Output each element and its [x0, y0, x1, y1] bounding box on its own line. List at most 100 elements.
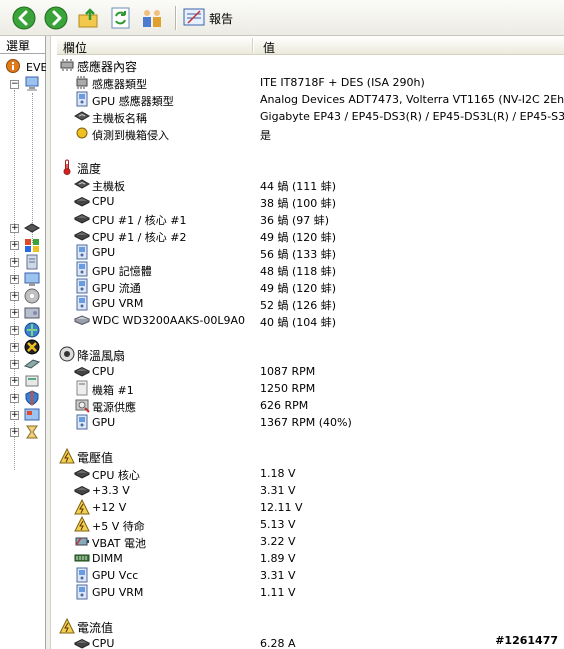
storage-icon[interactable] [24, 305, 40, 321]
sensor-row[interactable]: GPU 流通 49 蝸 (120 蚌) [57, 278, 564, 295]
sensor-label: +12 V [92, 501, 127, 514]
tree-root-label[interactable]: EVE [26, 61, 47, 74]
sensor-value: 44 蝸 (111 蚌) [260, 180, 337, 193]
tree-expand-toggle[interactable]: + [10, 292, 19, 301]
tree-expand-toggle[interactable]: + [10, 309, 19, 318]
sensor-row[interactable]: CPU 1087 RPM [57, 363, 564, 380]
sensor-label: 機箱 #1 [92, 384, 134, 397]
motherboard-icon[interactable] [23, 220, 41, 236]
multimedia-icon[interactable] [24, 288, 40, 304]
sensor-row[interactable]: CPU #1 / 核心 #2 49 蝸 (120 蚌) [57, 227, 564, 244]
directx-icon[interactable] [24, 339, 40, 355]
sensor-row[interactable]: GPU 1367 RPM (40%) [57, 414, 564, 431]
section-title: 溫度 [77, 162, 102, 176]
tree-collapse-toggle[interactable]: − [10, 80, 19, 89]
sensor-label: GPU 流通 [92, 282, 141, 295]
sensor-value: 48 蝸 (118 蚌) [260, 265, 337, 278]
back-icon[interactable] [12, 6, 36, 30]
sensor-value: 3.31 V [260, 569, 296, 582]
sensor-row[interactable]: CPU 38 蝸 (100 蚌) [57, 193, 564, 210]
tree-expand-toggle[interactable]: + [10, 343, 19, 352]
sensor-value: ITE IT8718F + DES (ISA 290h) [260, 76, 425, 89]
tree-expand-toggle[interactable]: + [10, 394, 19, 403]
sensor-row[interactable]: GPU VRM 52 蝸 (126 蚌) [57, 295, 564, 312]
tab-menu[interactable]: 選單 [6, 37, 30, 54]
tree-expand-toggle[interactable]: + [10, 411, 19, 420]
column-header-value[interactable]: 值 [263, 39, 275, 56]
refresh-icon[interactable] [109, 6, 133, 30]
monitor-icon [74, 261, 90, 277]
pane-splitter[interactable] [46, 36, 51, 649]
sensor-row[interactable]: 感應器類型 ITE IT8718F + DES (ISA 290h) [57, 74, 564, 91]
sensor-row[interactable]: +3.3 V 3.31 V [57, 482, 564, 499]
sensor-value: 1087 RPM [260, 365, 316, 378]
column-divider[interactable] [252, 38, 254, 53]
sensor-row[interactable]: WDC WD3200AAKS-00L9A0 40 蝸 (104 蚌) [57, 312, 564, 329]
tree-expand-toggle[interactable]: + [10, 241, 19, 250]
sensor-label: VBAT 電池 [92, 537, 146, 550]
sensor-value: 3.22 V [260, 535, 296, 548]
sensor-row[interactable]: CPU 核心 1.18 V [57, 465, 564, 482]
tree-expand-toggle[interactable]: + [10, 377, 19, 386]
tree-expand-toggle[interactable]: + [10, 326, 19, 335]
sensor-row[interactable]: 偵測到機箱侵入 是 [57, 125, 564, 142]
sensor-label: WDC WD3200AAKS-00L9A0 [92, 314, 246, 327]
sensor-row[interactable]: GPU Vcc 3.31 V [57, 567, 564, 584]
sensor-row[interactable]: GPU 記憶體 48 蝸 (118 蚌) [57, 261, 564, 278]
benchmark-icon[interactable] [24, 424, 40, 440]
sensor-row[interactable]: GPU 感應器類型 Analog Devices ADT7473, Volterr… [57, 91, 564, 108]
network-icon[interactable] [24, 322, 40, 338]
tree-expand-toggle[interactable]: + [10, 428, 19, 437]
up-folder-icon[interactable] [77, 6, 101, 30]
report-button[interactable]: 報告 [183, 6, 233, 30]
monitor-icon [74, 91, 90, 107]
server-icon[interactable] [24, 254, 40, 270]
battery-icon [74, 533, 90, 549]
display-icon[interactable] [24, 271, 40, 287]
fan-icon [59, 346, 75, 362]
forward-icon[interactable] [44, 6, 68, 30]
config-icon[interactable] [24, 407, 40, 423]
sensor-value: 1367 RPM (40%) [260, 416, 352, 429]
monitor-icon [74, 295, 90, 311]
sensor-row[interactable]: CPU #1 / 核心 #1 36 蝸 (97 蚌) [57, 210, 564, 227]
thermometer-icon [59, 159, 75, 175]
sensor-row[interactable]: CPU 6.28 A [57, 635, 564, 649]
voltage-icon [74, 498, 90, 515]
sensor-row[interactable]: +5 V 待命 5.13 V [57, 515, 564, 533]
tree-expand-toggle[interactable]: + [10, 275, 19, 284]
cpu-icon [73, 227, 91, 243]
tree-expand-toggle[interactable]: + [10, 360, 19, 369]
sensor-value: 38 蝸 (100 蚌) [260, 197, 337, 210]
devices-icon[interactable] [23, 356, 41, 372]
sensor-row[interactable]: 電源供應 626 RPM [57, 397, 564, 414]
tab-underline [0, 53, 46, 54]
sensor-row[interactable]: +12 V 12.11 V [57, 498, 564, 516]
sensor-row[interactable]: GPU 56 蝸 (133 蚌) [57, 244, 564, 261]
sensor-row[interactable]: 主機板 44 蝸 (111 蚌) [57, 176, 564, 193]
users-icon[interactable] [140, 6, 164, 30]
sensor-label: DIMM [92, 552, 123, 565]
sensor-row[interactable]: DIMM 1.89 V [57, 550, 564, 567]
computer-icon[interactable] [24, 76, 40, 92]
column-header-field[interactable]: 欄位 [63, 39, 87, 56]
software-icon[interactable] [24, 373, 40, 389]
sensor-label: CPU #1 / 核心 #2 [92, 231, 187, 244]
monitor-icon [74, 567, 90, 583]
windows-icon[interactable] [24, 237, 40, 253]
sensor-row[interactable]: GPU VRM 1.11 V [57, 584, 564, 601]
sensor-row[interactable]: 主機板名稱 Gigabyte EP43 / EP45-DS3(R) / EP45-… [57, 108, 564, 125]
sensor-row[interactable]: VBAT 電池 3.22 V [57, 533, 564, 550]
sensor-label: CPU [92, 637, 115, 649]
tree-expand-toggle[interactable]: + [10, 224, 19, 233]
sensor-row[interactable]: 機箱 #1 1250 RPM [57, 380, 564, 397]
cpu-icon [73, 363, 91, 379]
sensor-label: GPU [92, 246, 116, 259]
sensor-label: CPU [92, 365, 115, 378]
tree-expand-toggle[interactable]: + [10, 258, 19, 267]
security-icon[interactable] [24, 390, 40, 406]
sensor-label: CPU #1 / 核心 #1 [92, 214, 187, 227]
sensor-label: 電源供應 [92, 401, 136, 414]
voltage-icon [59, 447, 75, 464]
motherboard-icon [73, 176, 91, 192]
